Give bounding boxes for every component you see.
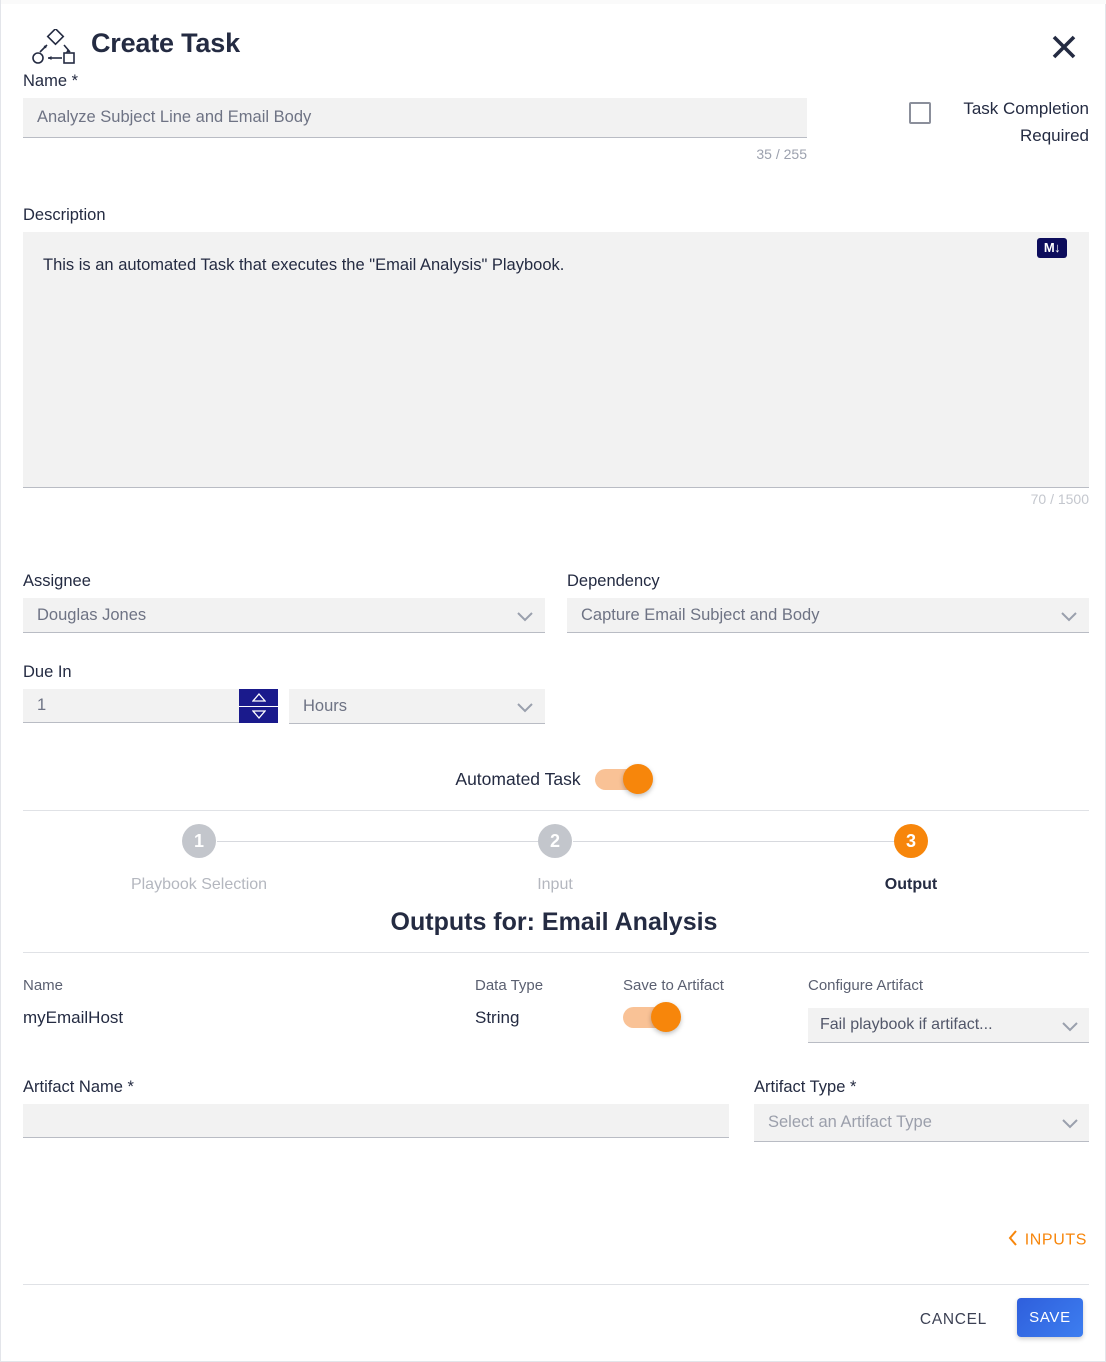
create-task-modal: Create Task Name * 35 / 255 Task Complet… — [0, 0, 1106, 1362]
modal-header: Create Task — [1, 12, 1106, 74]
stepper-step-input[interactable]: 2 Input — [465, 824, 645, 894]
step-number[interactable]: 3 — [894, 824, 928, 858]
due-in-units-select[interactable] — [289, 689, 545, 724]
step-label: Input — [537, 876, 573, 893]
chevron-left-icon — [1008, 1230, 1018, 1251]
name-input[interactable] — [23, 98, 807, 138]
assignee-select[interactable] — [23, 598, 545, 633]
artifact-type-select[interactable] — [754, 1104, 1089, 1142]
configure-artifact-select[interactable] — [808, 1008, 1089, 1043]
due-in-label: Due In — [23, 663, 72, 681]
assignee-label: Assignee — [23, 572, 91, 590]
automated-task-toggle[interactable] — [594, 764, 653, 794]
toggle-knob — [651, 1002, 681, 1032]
column-header-save-to-artifact: Save to Artifact — [623, 977, 724, 994]
column-header-configure-artifact: Configure Artifact — [808, 977, 924, 994]
description-char-counter: 70 / 1500 — [1030, 491, 1089, 507]
page-title: Create Task — [91, 28, 240, 58]
inputs-link-label: INPUTS — [1024, 1231, 1087, 1249]
outputs-title: Outputs for: Email Analysis — [390, 908, 718, 936]
close-icon[interactable] — [1047, 30, 1081, 64]
step-label: Output — [884, 876, 938, 893]
description-textarea[interactable]: This is an automated Task that executes … — [23, 232, 1089, 488]
artifact-name-input[interactable] — [23, 1104, 729, 1138]
step-number[interactable]: 2 — [538, 824, 572, 858]
task-completion-required-field[interactable]: Task Completion Required — [831, 95, 1089, 149]
inputs-back-link[interactable]: INPUTS — [1008, 1230, 1087, 1251]
output-row-data-type: String — [475, 1008, 520, 1027]
column-header-data-type: Data Type — [475, 977, 544, 994]
task-completion-label: Task Completion Required — [963, 99, 1089, 145]
column-header-name: Name — [23, 977, 64, 994]
wizard-stepper: 1 Playbook Selection 2 Input 3 Output — [1, 820, 1106, 900]
artifact-name-label: Artifact Name * — [23, 1078, 134, 1096]
save-to-artifact-toggle[interactable] — [623, 1002, 681, 1032]
cancel-button[interactable]: CANCEL — [914, 1303, 993, 1337]
divider — [23, 810, 1089, 811]
automated-task-field: Automated Task — [1, 762, 1106, 796]
dependency-label: Dependency — [567, 572, 660, 590]
artifact-type-label: Artifact Type * — [754, 1078, 857, 1096]
stepper-step-playbook-selection[interactable]: 1 Playbook Selection — [109, 824, 289, 894]
stepper-step-output[interactable]: 3 Output — [821, 824, 1001, 894]
output-row-name: myEmailHost — [23, 1008, 124, 1027]
markdown-icon[interactable]: M↓ — [1037, 238, 1067, 258]
dependency-select[interactable] — [567, 598, 1089, 633]
modal-top-edge — [1, 0, 1106, 4]
description-label: Description — [23, 206, 106, 224]
step-number[interactable]: 1 — [182, 824, 216, 858]
task-completion-checkbox[interactable] — [909, 102, 931, 124]
name-char-counter: 35 / 255 — [756, 146, 807, 162]
description-text: This is an automated Task that executes … — [43, 256, 565, 274]
automated-task-label: Automated Task — [455, 768, 581, 789]
stepper-up-icon[interactable] — [239, 689, 278, 706]
stepper-down-icon[interactable] — [239, 705, 278, 724]
name-label: Name * — [23, 72, 79, 90]
step-label: Playbook Selection — [130, 876, 268, 893]
due-in-stepper[interactable] — [239, 689, 278, 723]
divider — [23, 1284, 1089, 1285]
workflow-icon — [29, 27, 85, 67]
save-button[interactable]: SAVE — [1017, 1298, 1083, 1337]
toggle-knob — [622, 764, 653, 794]
divider — [23, 952, 1089, 953]
